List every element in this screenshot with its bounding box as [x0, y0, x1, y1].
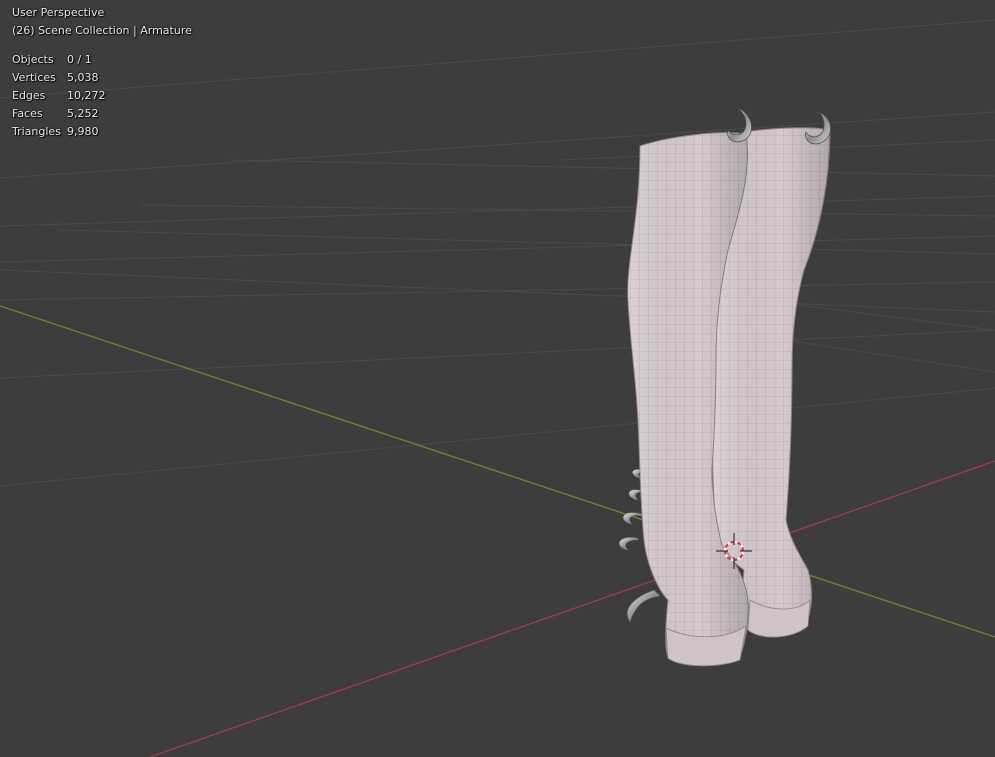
stat-value: 9,980	[67, 125, 99, 138]
viewport-scene	[0, 19, 995, 757]
stat-value: 0 / 1	[67, 53, 92, 66]
view-name-label: User Perspective	[12, 6, 105, 19]
3d-viewport[interactable]: User Perspective (26) Scene Collection |…	[0, 0, 995, 757]
collection-label: (26) Scene Collection | Armature	[12, 24, 192, 37]
stat-label: Faces	[12, 107, 43, 120]
stat-label: Objects	[12, 53, 54, 66]
stat-value: 10,272	[67, 89, 106, 102]
stat-label: Vertices	[12, 71, 56, 84]
stat-value: 5,038	[67, 71, 99, 84]
stat-label: Edges	[12, 89, 46, 102]
x-axis-line	[149, 460, 995, 757]
floor-grid	[0, 19, 995, 487]
stat-label: Triangles	[12, 125, 61, 138]
stat-value: 5,252	[67, 107, 99, 120]
